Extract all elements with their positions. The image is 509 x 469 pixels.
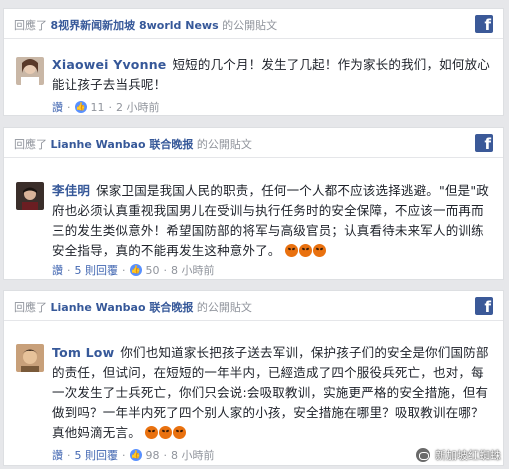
comment-body: 保家卫国是我国人民的职责，任何一个人都不应该选择逃避。"但是"政府也必须认真重视… bbox=[52, 183, 490, 258]
header-suffix: 的公開貼文 bbox=[222, 19, 278, 32]
comment-author[interactable]: Tom Low bbox=[52, 345, 114, 360]
comment-card-1: 回應了 8视界新闻新加坡 8world News 的公開貼文 f Xiaowei… bbox=[3, 8, 504, 116]
comment-meta: 讚 · 5 則回覆 · 👍 98 · 8 小時前 bbox=[52, 447, 215, 463]
like-icon: 👍 bbox=[129, 449, 142, 461]
avatar[interactable] bbox=[16, 182, 44, 210]
like-button[interactable]: 讚 bbox=[52, 99, 63, 115]
avatar[interactable] bbox=[16, 57, 44, 85]
comment-meta: 讚 · 👍 11 · 2 小時前 bbox=[52, 99, 160, 115]
angry-emoji-icon bbox=[312, 244, 326, 257]
facebook-icon[interactable]: f bbox=[475, 134, 493, 152]
card-header-text: 回應了 Lianhe Wanbao 联合晚报 的公開貼文 bbox=[14, 136, 252, 152]
header-prefix: 回應了 bbox=[14, 301, 47, 314]
card-header: 回應了 Lianhe Wanbao 联合晚报 的公開貼文 f bbox=[4, 291, 503, 321]
card-header-text: 回應了 8视界新闻新加坡 8world News 的公開貼文 bbox=[14, 17, 277, 33]
page-name-link[interactable]: 8视界新闻新加坡 8world News bbox=[51, 19, 219, 32]
watermark-text: 新加坡红蜘蛛 bbox=[435, 449, 501, 462]
avatar[interactable] bbox=[16, 344, 44, 372]
replies-link[interactable]: 5 則回覆 bbox=[75, 447, 119, 463]
angry-emoji-icon bbox=[159, 426, 173, 439]
comment-author[interactable]: 李佳明 bbox=[52, 183, 90, 198]
comment-time[interactable]: 2 小時前 bbox=[116, 99, 160, 115]
like-button[interactable]: 讚 bbox=[52, 262, 63, 278]
replies-link[interactable]: 5 則回覆 bbox=[75, 262, 119, 278]
header-suffix: 的公開貼文 bbox=[196, 138, 252, 151]
like-count[interactable]: 50 bbox=[146, 264, 160, 277]
card-header-text: 回應了 Lianhe Wanbao 联合晚报 的公開貼文 bbox=[14, 299, 252, 315]
facebook-icon[interactable]: f bbox=[475, 297, 493, 315]
page-name-link[interactable]: Lianhe Wanbao 联合晚报 bbox=[51, 138, 194, 151]
comment-card-3: 回應了 Lianhe Wanbao 联合晚报 的公開貼文 f Tom Low 你们… bbox=[3, 290, 504, 466]
facebook-icon[interactable]: f bbox=[475, 15, 493, 33]
comment-author[interactable]: Xiaowei Yvonne bbox=[52, 57, 166, 72]
like-count[interactable]: 98 bbox=[146, 449, 160, 462]
header-prefix: 回應了 bbox=[14, 138, 47, 151]
watermark-logo-icon bbox=[415, 447, 431, 463]
angry-emoji-icon bbox=[298, 244, 312, 257]
header-prefix: 回應了 bbox=[14, 19, 47, 32]
like-count[interactable]: 11 bbox=[91, 101, 105, 114]
comment-body: 你们也知道家长把孩子送去军训，保护孩子们的安全是你们国防部的责任，但试问，在短短… bbox=[52, 345, 489, 440]
comment-text: 李佳明 保家卫国是我国人民的职责，任何一个人都不应该选择逃避。"但是"政府也必须认… bbox=[52, 181, 491, 261]
comment-text: Tom Low 你们也知道家长把孩子送去军训，保护孩子们的安全是你们国防部的责任，… bbox=[52, 343, 491, 443]
watermark: 新加坡红蜘蛛 bbox=[415, 447, 501, 463]
angry-emoji-icon bbox=[173, 426, 187, 439]
comment-time[interactable]: 8 小時前 bbox=[171, 262, 215, 278]
card-header: 回應了 Lianhe Wanbao 联合晚报 的公開貼文 f bbox=[4, 128, 503, 158]
card-header: 回應了 8视界新闻新加坡 8world News 的公開貼文 f bbox=[4, 9, 503, 39]
comment-text: Xiaowei Yvonne 短短的几个月！发生了几起！作为家长的我们，如何放心能… bbox=[52, 55, 491, 95]
angry-emoji-icon bbox=[145, 426, 159, 439]
like-icon: 👍 bbox=[74, 101, 87, 113]
comment-time[interactable]: 8 小時前 bbox=[171, 447, 215, 463]
comment-card-2: 回應了 Lianhe Wanbao 联合晚报 的公開貼文 f 李佳明 保家卫国是我… bbox=[3, 127, 504, 280]
angry-emoji-icon bbox=[284, 244, 298, 257]
page-name-link[interactable]: Lianhe Wanbao 联合晚报 bbox=[51, 301, 194, 314]
comment-meta: 讚 · 5 則回覆 · 👍 50 · 8 小時前 bbox=[52, 262, 215, 278]
header-suffix: 的公開貼文 bbox=[196, 301, 252, 314]
like-icon: 👍 bbox=[129, 264, 142, 276]
like-button[interactable]: 讚 bbox=[52, 447, 63, 463]
